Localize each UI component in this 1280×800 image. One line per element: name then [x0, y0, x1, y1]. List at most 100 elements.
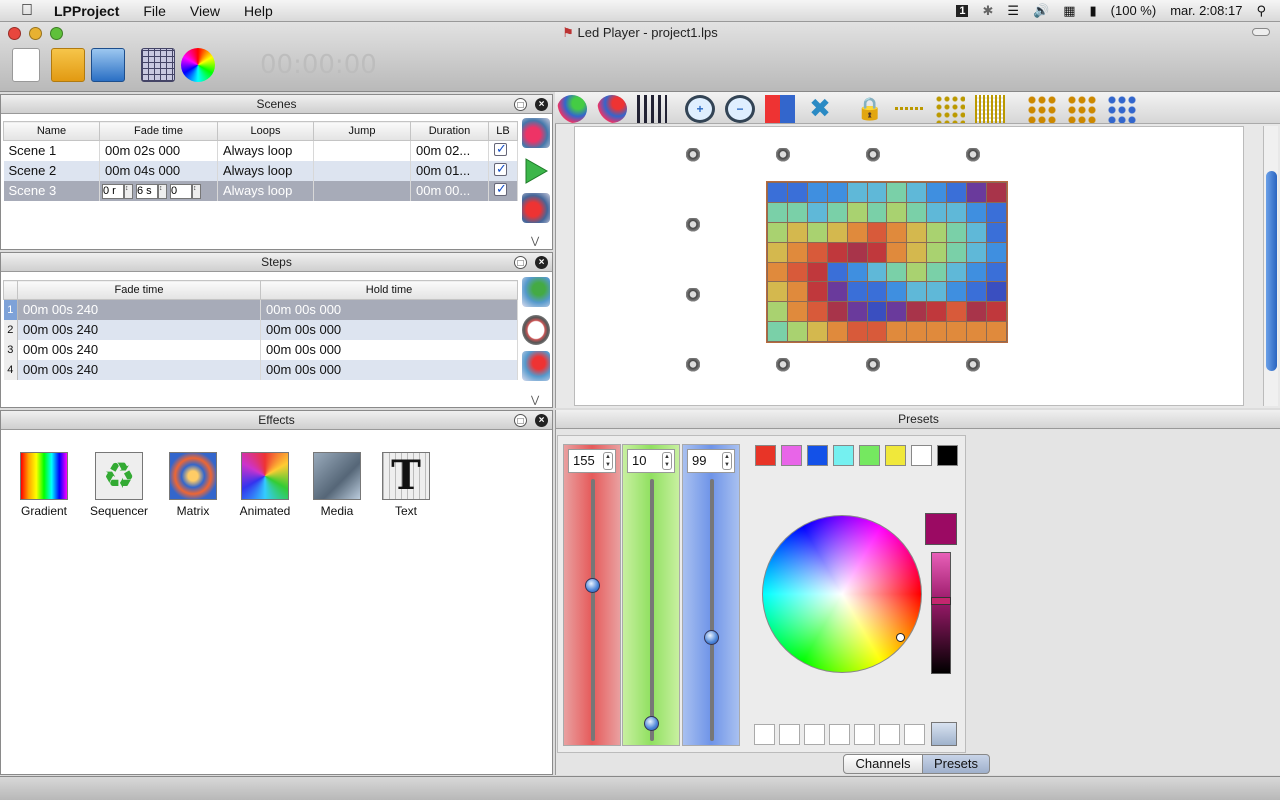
stepper-icon[interactable]: ↕ — [192, 183, 201, 199]
led-cell[interactable] — [967, 322, 987, 341]
effect-matrix[interactable]: Matrix — [158, 452, 228, 518]
step-fade[interactable]: 00m 00s 240 — [17, 339, 261, 360]
matrix-layout-icon[interactable] — [975, 95, 1005, 123]
led-cell[interactable] — [847, 322, 867, 341]
brightness-handle[interactable] — [931, 597, 951, 605]
led-cell[interactable] — [887, 242, 907, 262]
led-cell[interactable] — [987, 302, 1006, 322]
col-step-fade-time[interactable]: Fade time — [17, 280, 261, 300]
led-cell[interactable] — [827, 183, 847, 202]
scene-name[interactable]: Scene 3 — [3, 180, 100, 201]
led-cell[interactable] — [907, 183, 927, 202]
led-cell[interactable] — [907, 222, 927, 242]
table-row[interactable]: 2 00m 00s 240 00m 00s 000 — [3, 319, 518, 340]
scene-name[interactable]: Scene 1 — [3, 140, 100, 161]
fixture-icon[interactable] — [866, 358, 880, 374]
open-folder-icon[interactable] — [51, 48, 85, 82]
fixture-icon[interactable] — [686, 148, 700, 164]
lb-checkbox[interactable] — [494, 181, 507, 197]
lb-checkbox[interactable] — [494, 141, 507, 157]
preset-swatch[interactable] — [833, 445, 854, 466]
led-cell[interactable] — [867, 202, 887, 222]
stepper-icon[interactable]: ▲ ▼ — [603, 452, 613, 470]
led-cell[interactable] — [847, 262, 867, 282]
led-cell[interactable] — [947, 242, 967, 262]
led-cell[interactable] — [847, 222, 867, 242]
led-cell[interactable] — [787, 322, 807, 341]
table-row[interactable]: Scene 1 00m 02s 000 Always loop 00m 02..… — [3, 140, 518, 161]
empty-preset-slot[interactable] — [904, 724, 925, 745]
step-hold[interactable]: 00m 00s 000 — [260, 359, 518, 380]
fixture-icon[interactable] — [966, 148, 980, 164]
stepper-icon[interactable]: ▲ ▼ — [722, 452, 732, 470]
effect-media[interactable]: Media — [302, 452, 372, 518]
led-cell[interactable] — [768, 183, 787, 202]
calendar-icon[interactable]: ▦ — [1063, 3, 1075, 19]
circle-layout-icon[interactable] — [935, 95, 965, 123]
col-jump[interactable]: Jump — [313, 121, 411, 141]
led-cell[interactable] — [867, 222, 887, 242]
menu-help[interactable]: Help — [232, 3, 285, 19]
led-cell[interactable] — [807, 183, 827, 202]
stepper-icon[interactable]: ↕ — [124, 183, 133, 199]
color-wheel-icon[interactable] — [181, 48, 215, 82]
expand-chevron-icon[interactable]: ⋁ — [531, 395, 539, 406]
led-cell[interactable] — [987, 183, 1006, 202]
green-slider[interactable]: 10 ▲ ▼ — [622, 444, 680, 746]
fade-minutes-field[interactable]: 0 r — [102, 183, 124, 199]
fixture-icon[interactable] — [866, 148, 880, 164]
table-row-selected[interactable]: 1 00m 00s 240 00m 00s 000 — [3, 299, 518, 320]
scene-jump[interactable] — [313, 140, 411, 161]
led-cell[interactable] — [927, 302, 947, 322]
align-distribute-icon[interactable] — [1107, 95, 1137, 123]
led-cell[interactable] — [807, 262, 827, 282]
led-cell[interactable] — [807, 302, 827, 322]
led-cell[interactable] — [847, 242, 867, 262]
led-cell[interactable] — [867, 282, 887, 302]
scene-loops[interactable]: Always loop — [217, 140, 314, 161]
col-name[interactable]: Name — [3, 121, 100, 141]
col-lb[interactable]: LB — [488, 121, 518, 141]
add-fixture-icon[interactable] — [557, 95, 587, 123]
table-row[interactable]: Scene 2 00m 04s 000 Always loop 00m 01..… — [3, 160, 518, 181]
mixer-sliders-icon[interactable] — [637, 95, 667, 123]
step-hold[interactable]: 00m 00s 000 — [260, 299, 518, 320]
led-cell[interactable] — [787, 242, 807, 262]
menu-view[interactable]: View — [178, 3, 232, 19]
led-cell[interactable] — [927, 282, 947, 302]
led-cell[interactable] — [907, 302, 927, 322]
effect-sequencer[interactable]: ♻ Sequencer — [84, 452, 154, 518]
tools-icon[interactable]: ✖ — [805, 95, 835, 123]
close-panel-icon[interactable]: × — [535, 414, 548, 427]
close-panel-icon[interactable]: × — [535, 256, 548, 269]
remove-fixture-icon[interactable] — [597, 95, 627, 123]
preset-swatch[interactable] — [781, 445, 802, 466]
battery-icon[interactable]: ▮ — [1090, 3, 1097, 19]
bluetooth-icon[interactable]: ✱ — [982, 3, 993, 19]
led-cell[interactable] — [987, 322, 1006, 341]
empty-preset-slot[interactable] — [829, 724, 850, 745]
effect-text[interactable]: T Text — [371, 452, 441, 518]
scene-loops[interactable]: Always loop — [217, 160, 314, 181]
save-preset-icon[interactable] — [931, 722, 957, 746]
led-cell[interactable] — [827, 322, 847, 341]
led-cell[interactable] — [807, 202, 827, 222]
col-fade-time[interactable]: Fade time — [99, 121, 218, 141]
table-row-selected[interactable]: Scene 3 0 r ↕ 6 s ↕ 0 ↕ Always loop 00m 00... — [3, 180, 518, 201]
spotlight-icon[interactable]: ⚲ — [1256, 3, 1266, 19]
step-fade[interactable]: 00m 00s 240 — [17, 359, 261, 380]
led-cell[interactable] — [787, 202, 807, 222]
table-row[interactable]: 3 00m 00s 240 00m 00s 000 — [3, 339, 518, 360]
led-cell[interactable] — [907, 322, 927, 341]
fixture-icon[interactable] — [776, 358, 790, 374]
led-cell[interactable] — [927, 202, 947, 222]
align-center-icon[interactable] — [1067, 95, 1097, 123]
scene-jump[interactable] — [313, 180, 411, 201]
led-cell[interactable] — [907, 242, 927, 262]
led-cell[interactable] — [867, 322, 887, 341]
stepper-icon[interactable]: ↕ — [158, 183, 167, 199]
red-slider[interactable]: 155 ▲ ▼ — [563, 444, 621, 746]
step-fade[interactable]: 00m 00s 240 — [17, 319, 261, 340]
add-step-icon[interactable] — [522, 277, 550, 307]
led-cell[interactable] — [887, 322, 907, 341]
